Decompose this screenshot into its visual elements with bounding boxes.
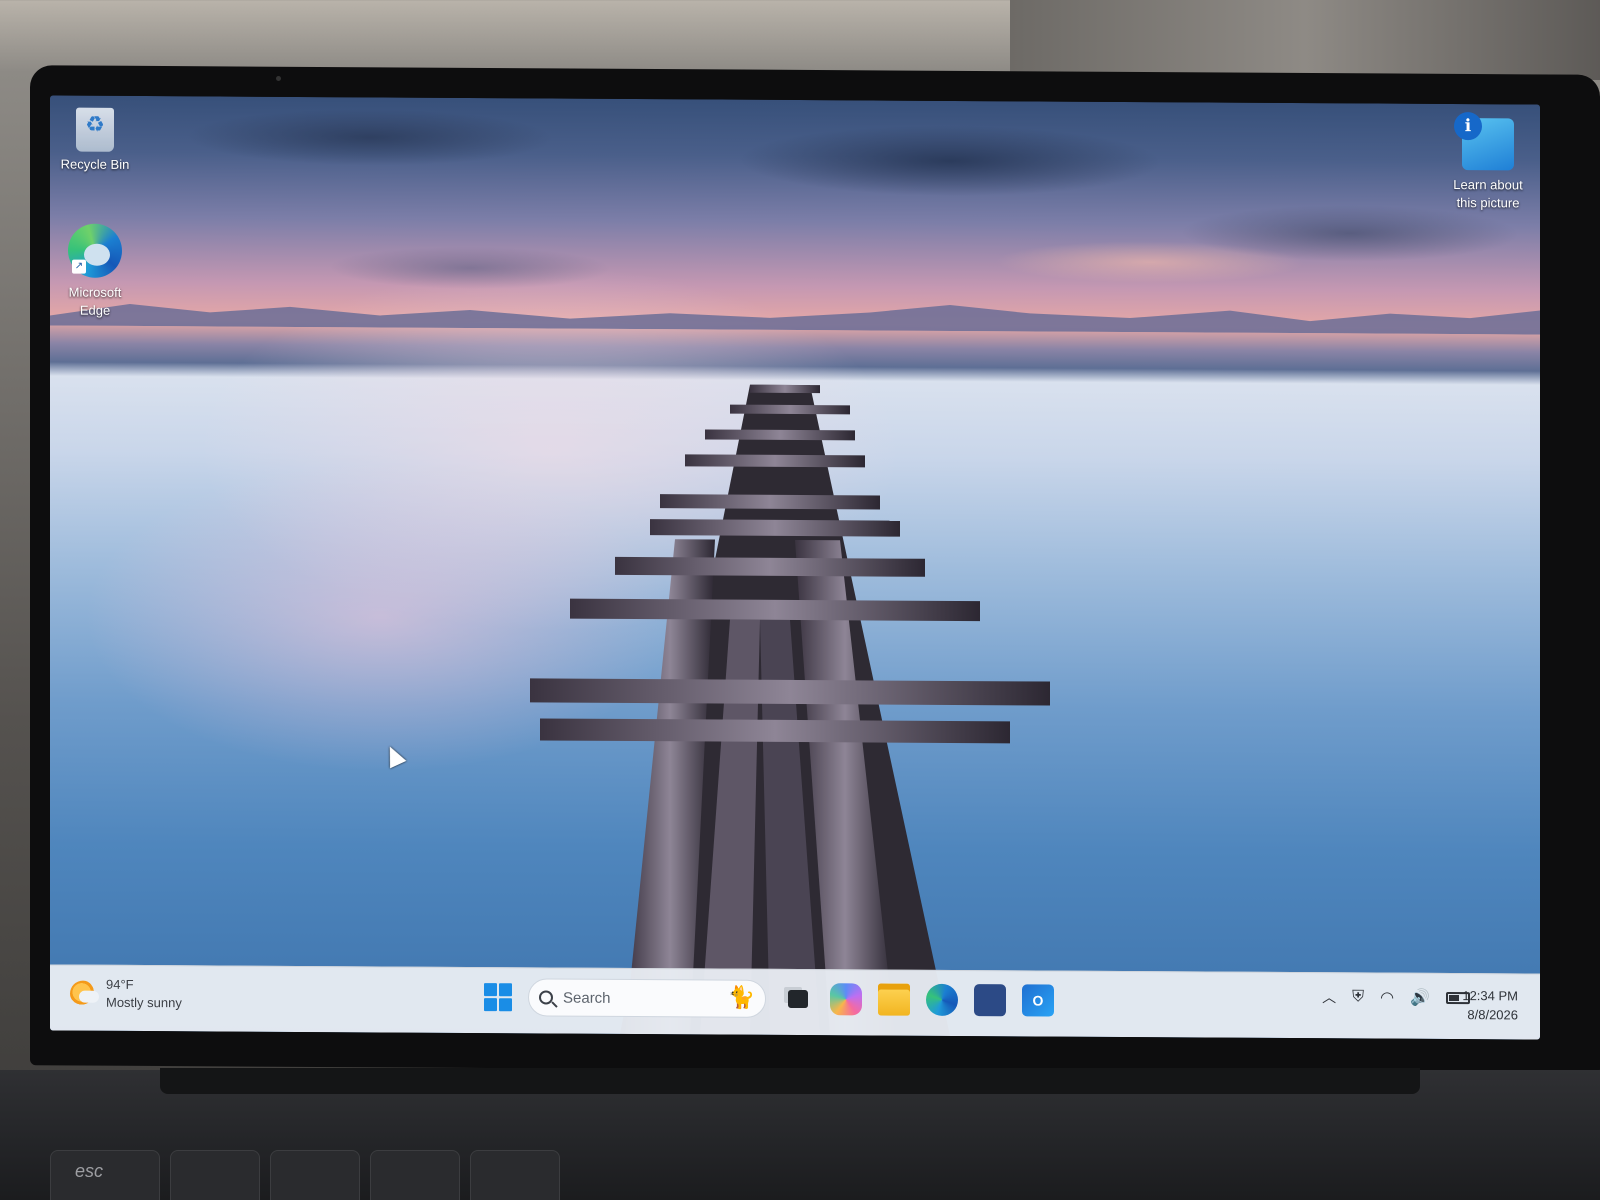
function-key	[470, 1150, 560, 1200]
clock[interactable]: 12:34 PM 8/8/2026	[1462, 986, 1518, 1024]
edge-icon: ↗	[68, 223, 122, 278]
wifi-icon[interactable]: ◠	[1380, 988, 1394, 1008]
laptop-hinge	[160, 1068, 1420, 1094]
esc-key: esc	[50, 1150, 160, 1200]
volume-icon[interactable]: 🔊	[1410, 988, 1430, 1008]
search-highlight-cat-icon: 🐈	[727, 984, 755, 1010]
search-icon	[539, 990, 553, 1005]
desktop-icon-microsoft-edge[interactable]: ↗ Microsoft Edge	[50, 223, 140, 320]
desktop-icon-label: Microsoft Edge	[68, 284, 122, 318]
clock-date: 8/8/2026	[1467, 1007, 1518, 1023]
copilot-icon[interactable]	[830, 983, 862, 1016]
outlook-icon[interactable]: O	[1022, 984, 1054, 1017]
partly-sunny-icon	[70, 980, 96, 1007]
desktop-icon-label-line2: this picture	[1456, 195, 1520, 211]
background-shelf	[1010, 0, 1600, 80]
start-button[interactable]	[484, 983, 512, 1012]
image-info-icon: i	[1454, 112, 1514, 171]
file-explorer-icon[interactable]	[878, 983, 910, 1016]
volume-down-key	[270, 1150, 360, 1200]
microsoft-store-icon[interactable]	[974, 984, 1006, 1017]
search-placeholder: Search	[563, 989, 611, 1007]
shortcut-arrow-icon: ↗	[72, 259, 86, 274]
weather-temperature: 94°F	[106, 976, 134, 992]
taskbar-center: Search 🐈 O	[484, 978, 1054, 1019]
edge-taskbar-icon[interactable]	[926, 983, 958, 1016]
search-box[interactable]: Search 🐈	[528, 978, 766, 1018]
weather-text: 94°F Mostly sunny	[106, 976, 182, 1012]
desktop-icon-label: Recycle Bin	[60, 156, 130, 172]
desktop-icon-learn-about-picture[interactable]: i Learn about this picture	[1440, 112, 1536, 213]
desktop-screen: Recycle Bin ↗ Microsoft Edge i Learn abo…	[50, 95, 1540, 1040]
system-tray: ︿ ⛨ ◠ 🔊	[1322, 987, 1470, 1008]
desktop-icon-label-line1: Learn about	[1453, 177, 1523, 193]
weather-condition: Mostly sunny	[106, 994, 182, 1011]
desktop-icon-recycle-bin[interactable]: Recycle Bin	[50, 107, 140, 174]
recycle-bin-icon	[76, 107, 114, 152]
clock-time: 12:34 PM	[1462, 988, 1518, 1004]
esc-key-label: esc	[75, 1161, 104, 1181]
chevron-up-icon[interactable]: ︿	[1322, 987, 1336, 1007]
volume-up-key	[370, 1150, 460, 1200]
mute-key	[170, 1150, 260, 1200]
info-icon: i	[1454, 112, 1482, 141]
security-icon[interactable]: ⛨	[1352, 988, 1364, 1006]
weather-widget[interactable]: 94°F Mostly sunny	[70, 976, 182, 1013]
taskbar: 94°F Mostly sunny Search 🐈 O ︿ ⛨ ◠ 🔊 12:…	[50, 964, 1540, 1040]
wallpaper-pier	[530, 384, 1050, 1036]
task-view-button[interactable]	[782, 983, 814, 1015]
webcam	[276, 76, 281, 81]
